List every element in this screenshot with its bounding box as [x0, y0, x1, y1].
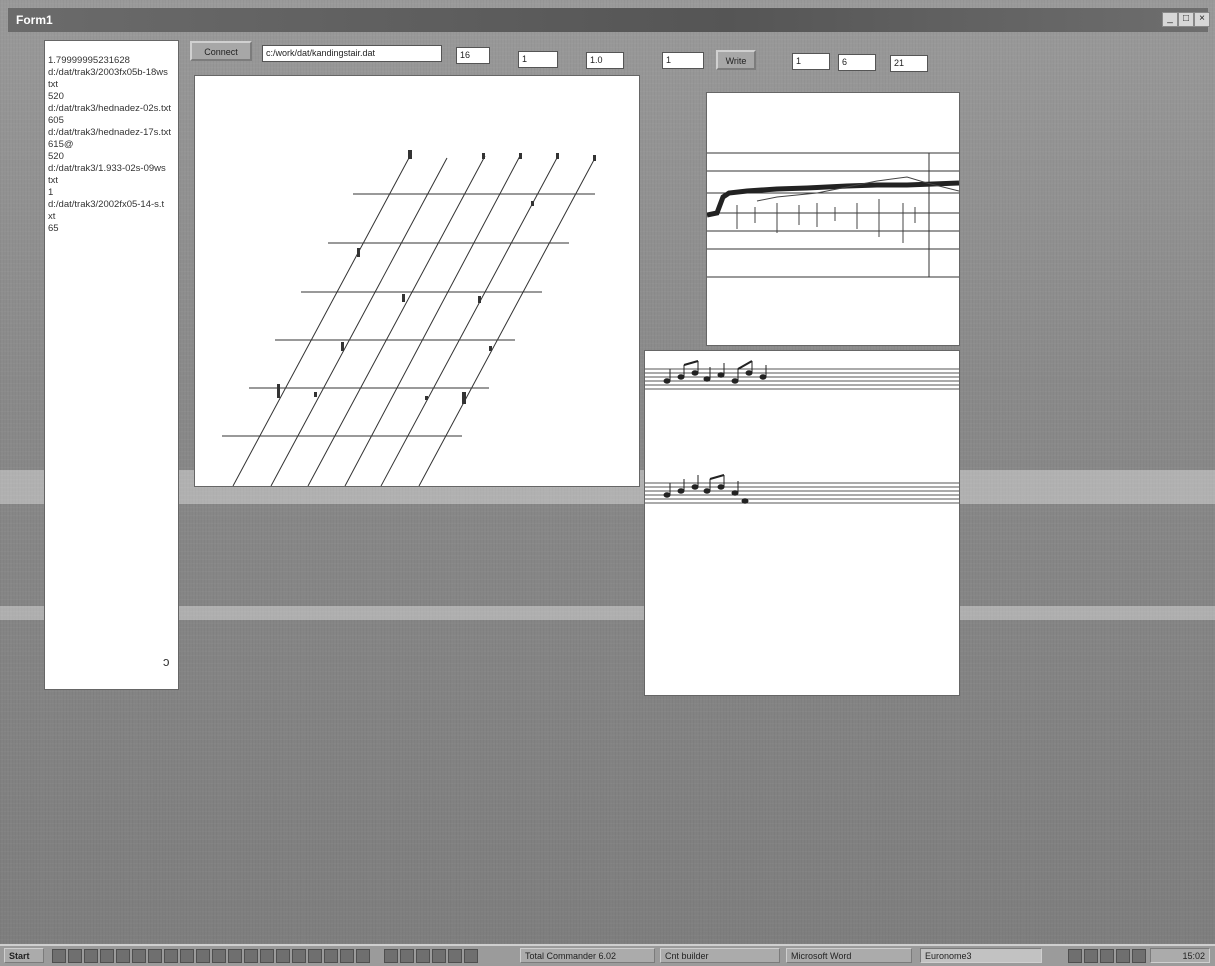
- write-button[interactable]: Write: [716, 50, 756, 70]
- score-panel[interactable]: [644, 350, 960, 696]
- quicklaunch-icon[interactable]: [276, 949, 290, 963]
- list-item[interactable]: 1.79999995231628: [45, 55, 178, 67]
- quicklaunch-icon[interactable]: [100, 949, 114, 963]
- quicklaunch-icon[interactable]: [52, 949, 66, 963]
- window-titlebar[interactable]: Form1 _ □ ×: [8, 8, 1210, 32]
- param-field-2[interactable]: 1: [518, 51, 558, 68]
- quicklaunch-icon[interactable]: [212, 949, 226, 963]
- task-cnt-builder[interactable]: Cnt builder: [660, 948, 780, 963]
- list-item[interactable]: txt: [45, 79, 178, 91]
- window-title: Form1: [16, 13, 53, 27]
- signal-panel[interactable]: [706, 92, 960, 346]
- connect-button[interactable]: Connect: [190, 41, 252, 61]
- task-microsoft-word[interactable]: Microsoft Word: [786, 948, 912, 963]
- quicklaunch-icon[interactable]: [132, 949, 146, 963]
- quicklaunch-icon[interactable]: [432, 949, 446, 963]
- quicklaunch-icon[interactable]: [416, 949, 430, 963]
- param-field-1[interactable]: 16: [456, 47, 490, 64]
- quicklaunch-icon[interactable]: [148, 949, 162, 963]
- quicklaunch-icon[interactable]: [180, 949, 194, 963]
- quicklaunch-icon[interactable]: [260, 949, 274, 963]
- tray-icon[interactable]: [1084, 949, 1098, 963]
- file-list[interactable]: 1.79999995231628 d:/dat/trak3/2003fx05b-…: [44, 40, 179, 690]
- quicklaunch-icon[interactable]: [340, 949, 354, 963]
- quicklaunch-icon[interactable]: [308, 949, 322, 963]
- path-field[interactable]: c:/work/dat/kandingstair.dat: [262, 45, 442, 62]
- quicklaunch-icon[interactable]: [324, 949, 338, 963]
- score-view: [645, 360, 959, 504]
- minimize-icon[interactable]: _: [1162, 12, 1178, 27]
- param-field-6[interactable]: 6: [838, 54, 876, 71]
- taskbar: Start Total Commander 6.02 Cnt builder M…: [0, 944, 1215, 966]
- list-item[interactable]: txt: [45, 175, 178, 187]
- task-euronome3[interactable]: Euronome3: [920, 948, 1042, 963]
- quicklaunch-icon[interactable]: [84, 949, 98, 963]
- quicklaunch-icon[interactable]: [448, 949, 462, 963]
- quicklaunch-icon[interactable]: [116, 949, 130, 963]
- quicklaunch-icon[interactable]: [68, 949, 82, 963]
- list-item[interactable]: d:/dat/trak3/2002fx05-14-s.t: [45, 199, 178, 211]
- param-field-5[interactable]: 1: [792, 53, 830, 70]
- list-item[interactable]: d:/dat/trak3/hednadez-02s.txt: [45, 103, 178, 115]
- list-item[interactable]: 1: [45, 187, 178, 199]
- quicklaunch-icon[interactable]: [384, 949, 398, 963]
- close-icon[interactable]: ×: [1194, 12, 1210, 27]
- slanted-grid-plot: [222, 150, 596, 486]
- signal-plot: [707, 152, 959, 278]
- list-item[interactable]: d:/dat/trak3/2003fx05b-18ws: [45, 67, 178, 79]
- quicklaunch-icon[interactable]: [400, 949, 414, 963]
- quicklaunch-icon[interactable]: [464, 949, 478, 963]
- list-item[interactable]: 615@: [45, 139, 178, 151]
- param-field-7[interactable]: 21: [890, 55, 928, 72]
- list-item[interactable]: d:/dat/trak3/hednadez-17s.txt: [45, 127, 178, 139]
- task-total-commander[interactable]: Total Commander 6.02: [520, 948, 655, 963]
- quicklaunch-icon[interactable]: [196, 949, 210, 963]
- mouse-cursor-icon: ↄ: [163, 654, 170, 669]
- tray-icon[interactable]: [1068, 949, 1082, 963]
- list-item[interactable]: d:/dat/trak3/1.933-02s-09ws: [45, 163, 178, 175]
- quicklaunch-icon[interactable]: [164, 949, 178, 963]
- start-button[interactable]: Start: [4, 948, 44, 963]
- tray-icon[interactable]: [1100, 949, 1114, 963]
- quicklaunch-icon[interactable]: [244, 949, 258, 963]
- tray-icon[interactable]: [1116, 949, 1130, 963]
- maximize-icon[interactable]: □: [1178, 12, 1194, 27]
- tray-icon[interactable]: [1132, 949, 1146, 963]
- system-clock: 15:02: [1150, 948, 1210, 963]
- quicklaunch-icon[interactable]: [356, 949, 370, 963]
- list-item[interactable]: 520: [45, 151, 178, 163]
- scan-band: [0, 606, 1215, 620]
- list-item[interactable]: 605: [45, 115, 178, 127]
- list-item[interactable]: 65: [45, 223, 178, 235]
- grid-canvas[interactable]: [194, 75, 640, 487]
- list-item[interactable]: xt: [45, 211, 178, 223]
- list-item[interactable]: 520: [45, 91, 178, 103]
- quicklaunch-icon[interactable]: [292, 949, 306, 963]
- param-field-3[interactable]: 1.0: [586, 52, 624, 69]
- param-field-4[interactable]: 1: [662, 52, 704, 69]
- quicklaunch-icon[interactable]: [228, 949, 242, 963]
